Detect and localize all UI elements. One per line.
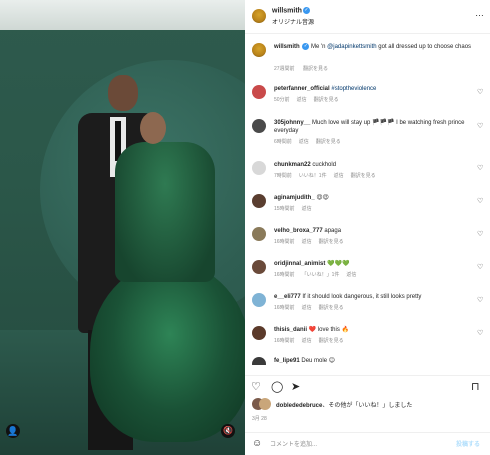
comments-list[interactable]: willsmith ✓ Me 'n @jadapinkettsmith got …	[245, 35, 490, 365]
avatar[interactable]	[252, 260, 266, 274]
comment-username[interactable]: 305johnny__	[274, 120, 310, 126]
verified-icon: ✓	[302, 43, 310, 50]
caption-username[interactable]: willsmith	[274, 44, 300, 50]
translate-link[interactable]: 翻訳を見る	[351, 173, 376, 179]
add-comment-bar: ☺ コメントを追加... 投稿する	[245, 432, 490, 455]
reply-link[interactable]: 返信	[302, 338, 312, 344]
like-comment-heart-icon[interactable]: ♡	[477, 329, 483, 337]
likes-others-link[interactable]: 、その他が「いいね！」しました	[322, 403, 412, 409]
translate-link[interactable]: 翻訳を見る	[319, 338, 344, 344]
avatar[interactable]	[252, 119, 266, 133]
reply-link[interactable]: 返信	[334, 173, 344, 179]
post-photo[interactable]: 👤 🔇	[0, 0, 245, 455]
post-header: willsmith ✓ オリジナル音源 …	[245, 0, 490, 34]
comment-username[interactable]: fe_lipe91	[274, 358, 300, 364]
like-comment-heart-icon[interactable]: ♡	[477, 197, 483, 205]
comment-time[interactable]: 16時間前	[274, 338, 295, 344]
liker-username[interactable]: doblededebruce	[276, 403, 322, 409]
avatar[interactable]	[252, 161, 266, 175]
like-comment-heart-icon[interactable]: ♡	[477, 263, 483, 271]
bookmark-icon[interactable]: ⊓	[471, 380, 480, 393]
like-comment-heart-icon[interactable]: ♡	[477, 296, 483, 304]
translate-link[interactable]: 翻訳を見る	[316, 139, 341, 145]
likes-summary: doblededebruce、その他が「いいね！」しました	[252, 398, 487, 412]
comment-input[interactable]: コメントを追加...	[270, 439, 317, 448]
comment-username[interactable]: aginamjudith_	[274, 195, 315, 201]
comment-username[interactable]: velho_broxa_777	[274, 228, 323, 234]
translate-link[interactable]: 翻訳を見る	[314, 97, 339, 103]
like-comment-heart-icon[interactable]: ♡	[477, 164, 483, 172]
comment-username[interactable]: oridjinnal_animist	[274, 261, 325, 267]
audio-subtitle[interactable]: オリジナル音源	[272, 17, 314, 26]
share-icon[interactable]: ➤	[291, 380, 300, 393]
emoji-icon[interactable]: ☺	[252, 438, 262, 449]
comment-text: cuckhold	[312, 162, 337, 168]
comment-time[interactable]: 16時間前	[274, 272, 295, 278]
avatar[interactable]	[252, 43, 266, 57]
verified-icon: ✓	[302, 7, 310, 14]
post-side-panel: willsmith ✓ オリジナル音源 … willsmith ✓ Me 'n @…	[245, 0, 490, 455]
avatar[interactable]	[252, 227, 266, 241]
author-username[interactable]: willsmith ✓	[272, 7, 310, 14]
comment-icon[interactable]: ◯	[271, 380, 283, 393]
avatar[interactable]	[252, 293, 266, 307]
reply-link[interactable]: 返信	[297, 97, 307, 103]
comment-username[interactable]: chunkman22	[274, 162, 311, 168]
user-tag-icon[interactable]: 👤	[6, 424, 20, 438]
comment-time[interactable]: 6時間前	[274, 139, 292, 145]
post-actions-bar: ♡ ◯ ➤ ⊓	[245, 375, 490, 395]
comment-text: 😍😍	[316, 195, 329, 201]
caption-time[interactable]: 27週間前	[274, 66, 295, 72]
reply-link[interactable]: 返信	[302, 305, 312, 311]
avatar[interactable]	[259, 398, 271, 410]
avatar[interactable]	[252, 194, 266, 208]
comment-time[interactable]: 7時間前	[274, 173, 292, 179]
translate-link[interactable]: 翻訳を見る	[319, 239, 344, 245]
avatar[interactable]	[252, 9, 266, 23]
comment-time[interactable]: 15時間前	[274, 206, 295, 212]
translate-link[interactable]: 翻訳を見る	[319, 305, 344, 311]
photo-background-top	[0, 0, 245, 30]
comment-text: 💚💚💚	[327, 261, 350, 267]
avatar[interactable]	[252, 85, 266, 99]
comment-likes-count[interactable]: 「いいね！」1件	[302, 272, 340, 278]
like-heart-icon[interactable]: ♡	[251, 380, 261, 393]
avatar[interactable]	[252, 357, 266, 365]
hashtag-link[interactable]: #stoptheviolence	[331, 86, 376, 92]
comment-username[interactable]: peterfanner_official	[274, 86, 330, 92]
post-date[interactable]: 3月 28	[252, 415, 267, 422]
comment-text: Deu mole 😊	[301, 358, 335, 364]
comment-time[interactable]: 16時間前	[274, 305, 295, 311]
avatar[interactable]	[252, 326, 266, 340]
comment-text: ❤️ love this 🔥	[308, 327, 349, 333]
like-comment-heart-icon[interactable]: ♡	[477, 230, 483, 238]
mention-link[interactable]: @jadapinkettsmith	[327, 44, 376, 50]
reply-link[interactable]: 返信	[299, 139, 309, 145]
comment-time[interactable]: 16時間前	[274, 239, 295, 245]
comment-username[interactable]: thisis_danii	[274, 327, 307, 333]
reply-link[interactable]: 返信	[302, 206, 312, 212]
comment-text: If it should look dangerous, it still lo…	[302, 294, 422, 300]
comment-likes-count[interactable]: いいね！1件	[299, 173, 327, 179]
reply-link[interactable]: 返信	[346, 272, 356, 278]
post-comment-button[interactable]: 投稿する	[456, 439, 480, 448]
comment-text: apaga	[324, 228, 342, 234]
more-options-icon[interactable]: …	[475, 8, 484, 18]
like-comment-heart-icon[interactable]: ♡	[477, 122, 483, 130]
comment-username[interactable]: e__eli777	[274, 294, 301, 300]
like-comment-heart-icon[interactable]: ♡	[477, 88, 483, 96]
reply-link[interactable]: 返信	[302, 239, 312, 245]
photo-woman-figure	[90, 112, 245, 442]
comment-time[interactable]: 50分前	[274, 97, 290, 103]
mute-icon[interactable]: 🔇	[221, 424, 235, 438]
translate-link[interactable]: 翻訳を見る	[303, 66, 328, 72]
